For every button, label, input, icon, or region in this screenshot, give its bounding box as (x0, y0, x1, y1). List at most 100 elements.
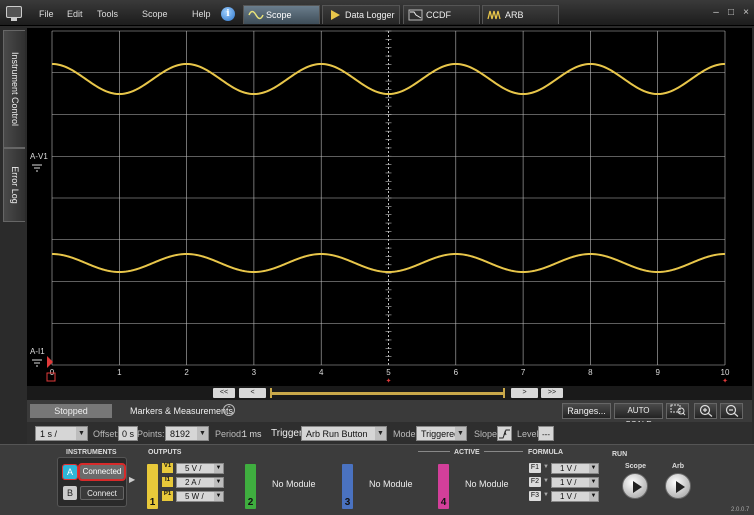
scroll-thumb[interactable] (272, 392, 505, 395)
chevron-down-icon: ▼ (197, 427, 208, 440)
v1-scale-dropdown[interactable]: 5 V / ▼ (176, 463, 224, 474)
red-marker-icon[interactable]: ✦ (722, 377, 728, 385)
f3-badge[interactable]: F3 (529, 491, 541, 501)
run-scope-play-button[interactable] (622, 473, 648, 499)
p1-scale-value: 5 W / (185, 492, 204, 501)
i1-scale-dropdown[interactable]: 2 A / ▼ (176, 477, 224, 488)
chevron-down-icon: ▼ (214, 492, 223, 501)
chevron-down-icon: ▼ (455, 427, 466, 440)
tab-ccdf[interactable]: CCDF (403, 5, 480, 24)
instrument-b-connect-button[interactable]: Connect (80, 486, 124, 500)
scroll-first-button[interactable]: << (213, 388, 235, 398)
slope-button[interactable] (497, 426, 512, 441)
f1-badge[interactable]: F1 (529, 463, 541, 473)
ground-v1-icon (32, 164, 42, 172)
i1-scale-value: 2 A / (185, 478, 201, 487)
time-scroll-bar: << < > >> (27, 386, 752, 400)
instrument-a-status-button[interactable]: Connected (78, 463, 126, 481)
scroll-thumb-left-edge[interactable] (270, 388, 272, 398)
x-tick-label: 1 (117, 368, 122, 377)
acquisition-settings-row: 1 s / ▼ Offset: 0 s Points: 8192 ▼ Perio… (27, 422, 752, 444)
offset-input[interactable]: 0 s (118, 426, 139, 441)
markers-measurements-label[interactable]: Markers & Measurements (130, 406, 233, 416)
f3-scale-dropdown[interactable]: 1 V / ▼ (551, 491, 599, 502)
ranges-button[interactable]: Ranges... (562, 403, 611, 419)
points-dropdown[interactable]: 8192 ▼ (165, 426, 209, 441)
minimize-icon[interactable]: – (711, 8, 721, 18)
run-state-indicator: Stopped (30, 404, 112, 418)
scroll-next-button[interactable]: > (511, 388, 538, 398)
chevron-up-icon[interactable]: ⌃ (223, 404, 235, 416)
instrument-b-badge[interactable]: B (63, 486, 77, 500)
mode-dropdown[interactable]: Triggered ▼ (416, 426, 467, 441)
x-tick-label: 7 (521, 368, 526, 377)
maximize-icon[interactable]: □ (726, 8, 736, 18)
zoom-in-button[interactable] (694, 403, 717, 419)
menu-edit[interactable]: Edit (67, 9, 83, 19)
close-icon[interactable]: × (741, 8, 751, 18)
chevron-down-icon: ▼ (543, 478, 549, 484)
zoom-region-button[interactable] (666, 403, 689, 419)
tab-scope[interactable]: Scope (243, 5, 320, 24)
side-tab-error-log[interactable]: Error Log (3, 148, 25, 222)
menu-help[interactable]: Help (192, 9, 211, 19)
f2-scale-dropdown[interactable]: 1 V / ▼ (551, 477, 599, 488)
channel-v1-label[interactable]: A-V1 (30, 152, 48, 161)
slot-4-number: 4 (440, 497, 447, 508)
trigger-dropdown[interactable]: Arb Run Button ▼ (301, 426, 387, 441)
scope-plot-svg: 0 1 2 3 4 5 6 7 8 9 10✦ ✦ A-V1 A-I1 (30, 30, 730, 385)
slot-2-status: No Module (272, 479, 316, 489)
slot-1-indicator: 1 (147, 464, 158, 509)
x-tick-label: 5 (386, 368, 391, 377)
instrument-a-badge[interactable]: A (62, 464, 78, 480)
scroll-prev-button[interactable]: < (239, 388, 266, 398)
chevron-down-icon: ▼ (375, 427, 386, 440)
menu-file[interactable]: File (39, 9, 54, 19)
slot-2-number: 2 (247, 497, 254, 508)
channel-i1-label[interactable]: A-I1 (30, 347, 45, 356)
slope-label: Slope: (474, 429, 500, 439)
title-bar: File Edit Tools Scope Help i Scope Data … (0, 0, 754, 26)
zoom-out-icon (725, 404, 738, 417)
i1-badge: I1 (162, 477, 173, 487)
info-icon[interactable]: i (221, 7, 235, 21)
expand-arrow-icon[interactable]: ▶ (129, 475, 135, 484)
version-label: 2.0.0.7 (731, 507, 750, 513)
slot-1-number: 1 (149, 497, 156, 508)
side-tab-instrument-control[interactable]: Instrument Control (3, 30, 25, 148)
play-arrow-icon (331, 10, 340, 20)
v1-badge: V1 (162, 463, 173, 473)
timebase-dropdown[interactable]: 1 s / ▼ (35, 426, 88, 441)
period-value: 1 ms (242, 429, 262, 439)
menu-tools[interactable]: Tools (97, 9, 118, 19)
rising-edge-icon (499, 429, 510, 439)
scroll-thumb-right-edge[interactable] (503, 388, 505, 398)
f1-scale-dropdown[interactable]: 1 V / ▼ (551, 463, 599, 474)
tab-data-logger[interactable]: Data Logger (322, 5, 400, 24)
f2-badge[interactable]: F2 (529, 477, 541, 487)
slot-4-indicator: 4 (438, 464, 449, 509)
scope-plot[interactable]: 0 1 2 3 4 5 6 7 8 9 10 ✦ ✦ A-V1 A-I1 (27, 28, 752, 386)
ccdf-chart-icon (408, 9, 423, 21)
channel-markers: A-V1 A-I1 (30, 152, 56, 382)
chevron-down-icon: ▼ (543, 464, 549, 470)
x-tick-label: 10 (721, 368, 730, 377)
ground-i1-icon (32, 359, 42, 367)
p1-scale-dropdown[interactable]: 5 W / ▼ (176, 491, 224, 502)
scroll-last-button[interactable]: >> (541, 388, 563, 398)
auto-scale-button[interactable]: AUTO SCALE (614, 403, 663, 429)
chevron-down-icon: ▼ (214, 464, 223, 473)
chevron-down-icon: ▼ (214, 478, 223, 487)
tab-arb[interactable]: ARB (482, 5, 559, 24)
zoom-region-icon (670, 404, 685, 416)
zoom-out-button[interactable] (720, 403, 743, 419)
menu-scope[interactable]: Scope (142, 9, 168, 19)
mode-label: Mode: (393, 429, 419, 439)
sine-wave-icon (248, 10, 264, 20)
zoom-in-icon (699, 404, 712, 417)
side-tab-error-log-label: Error Log (9, 166, 20, 204)
level-input[interactable]: --- (538, 426, 554, 441)
x-tick-label: 4 (319, 368, 324, 377)
red-marker-icon[interactable]: ✦ (386, 377, 392, 385)
run-arb-play-button[interactable] (665, 473, 691, 499)
